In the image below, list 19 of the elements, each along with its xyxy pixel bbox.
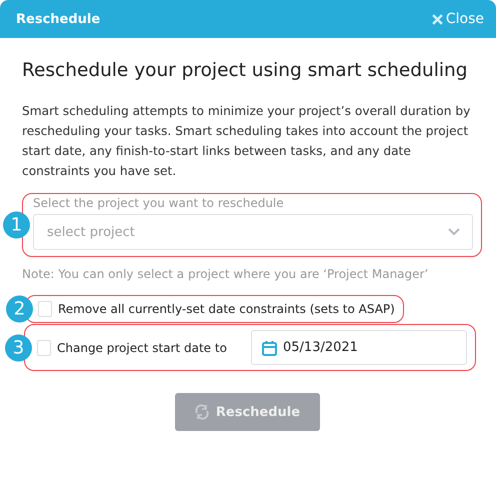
step-badge: 2: [6, 296, 33, 322]
calendar-icon: [262, 340, 277, 356]
heading: Reschedule your project using smart scheduling: [22, 60, 468, 81]
checkbox[interactable]: [38, 301, 52, 317]
step-badge: 3: [5, 334, 32, 361]
date-field[interactable]: 05/13/2021: [251, 330, 467, 365]
checkbox[interactable]: [37, 340, 51, 356]
step-badge: 1: [3, 212, 30, 238]
option-label: Change project start date to: [57, 340, 227, 354]
field-label: Select the project you want to reschedule: [32, 195, 285, 212]
chevron-down-icon: [448, 228, 460, 236]
close-icon: [432, 14, 443, 24]
description: Smart scheduling attempts to minimize your project’s overall duration by rescheduling your tasks. Smart scheduling takes into account the project start date, any finish-to-start links between tasks, and any date constraints you have set.: [22, 103, 472, 180]
close-button[interactable]: Close: [432, 11, 484, 27]
refresh-icon: [194, 404, 210, 420]
option-label: Remove all currently-set date constraints (sets to ASAP): [58, 302, 395, 316]
note-text: Note: You can only select a project where you are ‘Project Manager’: [22, 267, 430, 281]
project-select[interactable]: select project: [33, 214, 473, 250]
dialog-title: Reschedule: [16, 12, 100, 26]
